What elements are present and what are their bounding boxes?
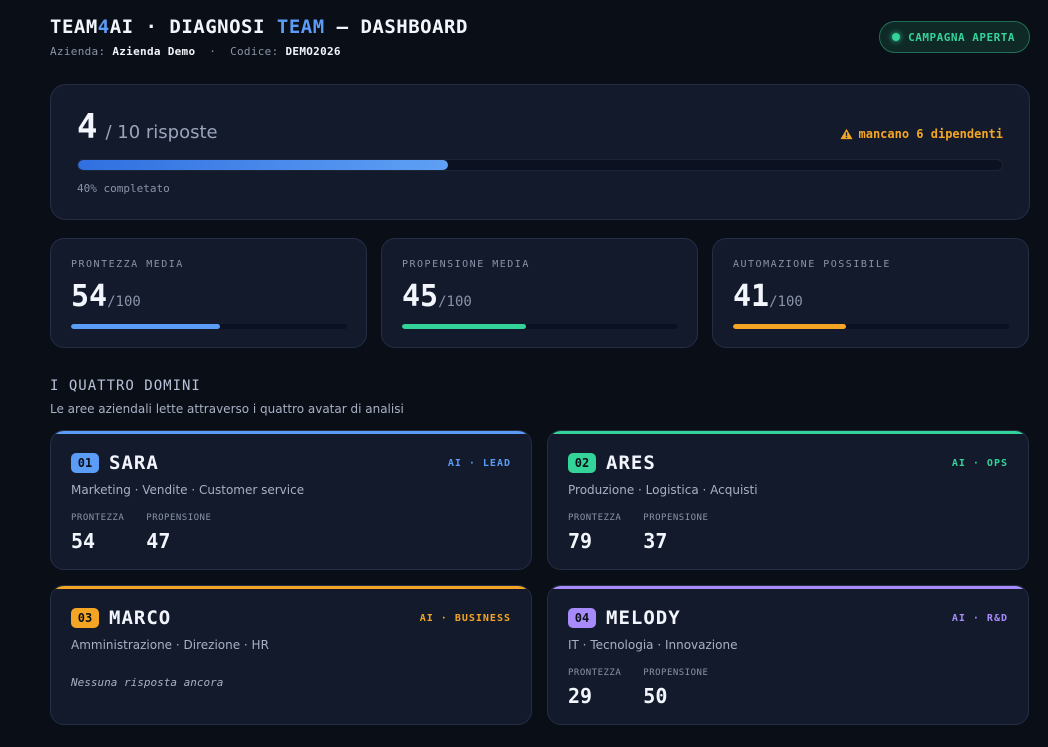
missing-warning: mancano 6 dipendenti	[839, 127, 1004, 141]
progress-bar-fill	[78, 160, 448, 170]
domain-name: ARES	[606, 452, 656, 474]
metric-bar-fill	[733, 324, 847, 329]
campaign-status-badge: CAMPAGNA APERTA	[879, 21, 1030, 53]
metric-label: PRONTEZZA MEDIA	[71, 259, 184, 270]
progress-percent-label: 40% completato	[77, 182, 170, 195]
stat-propensione: PROPENSIONE 37	[643, 513, 708, 553]
domain-stats: PRONTEZZA 54 PROPENSIONE 47	[71, 513, 211, 553]
domain-card-ares[interactable]: 02 ARES AI · OPS Produzione · Logistica …	[547, 430, 1029, 570]
title-4: 4	[97, 16, 110, 38]
domain-number-badge: 01	[71, 453, 99, 473]
warning-icon	[839, 128, 853, 140]
separator: ·	[209, 45, 217, 58]
metric-label: PROPENSIONE MEDIA	[402, 259, 530, 270]
title-team-accent: TEAM	[276, 16, 325, 38]
stat-propensione: PROPENSIONE 47	[146, 513, 211, 553]
status-badge-label: CAMPAGNA APERTA	[908, 30, 1015, 44]
domain-name: MARCO	[109, 607, 172, 629]
stat-prontezza: PRONTEZZA 79	[568, 513, 621, 553]
metric-value-suffix: /100	[769, 294, 803, 310]
metric-prontezza: PRONTEZZA MEDIA 54/100	[50, 238, 367, 348]
stat-label: PRONTEZZA	[568, 513, 622, 523]
domain-accent-line	[548, 586, 1028, 589]
metric-label: AUTOMAZIONE POSSIBILE	[733, 259, 891, 270]
codice-label: Codice:	[230, 45, 279, 58]
stat-value: 47	[146, 529, 171, 553]
metric-value-number: 45	[402, 279, 439, 314]
domain-card-melody[interactable]: 04 MELODY AI · R&D IT · Tecnologia · Inn…	[547, 585, 1029, 725]
response-progress-card: 4 / 10 risposte mancano 6 dipendenti 40%…	[50, 84, 1030, 220]
domain-tag: AI · BUSINESS	[419, 613, 511, 624]
domain-header: 03 MARCO	[71, 607, 171, 629]
no-responses-text: Nessuna risposta ancora	[71, 676, 224, 689]
stat-prontezza: PRONTEZZA 29	[568, 668, 621, 708]
azienda-label: Azienda:	[50, 45, 106, 58]
metric-bar	[71, 324, 347, 329]
stat-label: PROPENSIONE	[643, 513, 709, 523]
title-team: TEAM	[50, 16, 98, 38]
metric-bar-fill	[402, 324, 527, 329]
domain-tag: AI · R&D	[951, 613, 1008, 624]
domain-header: 02 ARES	[568, 452, 656, 474]
missing-warning-text: mancano 6 dipendenti	[858, 127, 1004, 141]
response-total-label: / 10 risposte	[105, 122, 218, 143]
domain-areas: Amministrazione · Direzione · HR	[71, 638, 269, 652]
page-header: TEAM4AI · DIAGNOSI TEAM — DASHBOARD Azie…	[50, 16, 1030, 64]
domain-card-marco[interactable]: 03 MARCO AI · BUSINESS Amministrazione ·…	[50, 585, 532, 725]
metric-bar-fill	[71, 324, 221, 329]
domain-stats: PRONTEZZA 79 PROPENSIONE 37	[568, 513, 708, 553]
stat-value: 29	[568, 684, 593, 708]
domain-accent-line	[51, 431, 531, 434]
title-dashboard: — DASHBOARD	[324, 16, 468, 38]
stat-label: PROPENSIONE	[146, 513, 212, 523]
metric-bar	[733, 324, 1009, 329]
progress-bar	[77, 159, 1003, 171]
title-ai-diagnosi: AI · DIAGNOSI	[109, 16, 277, 38]
domain-areas: Marketing · Vendite · Customer service	[71, 483, 305, 497]
azienda-value: Azienda Demo	[112, 45, 196, 58]
stat-label: PROPENSIONE	[643, 668, 709, 678]
metric-value: 54/100	[71, 279, 141, 314]
domain-number-badge: 04	[568, 608, 596, 628]
domain-number-badge: 02	[568, 453, 596, 473]
stat-label: PRONTEZZA	[71, 513, 125, 523]
section-subtitle: Le aree aziendali lette attraverso i qua…	[50, 402, 404, 416]
metric-bar	[402, 324, 678, 329]
metric-value-number: 54	[71, 279, 108, 314]
metric-value-suffix: /100	[107, 294, 141, 310]
stat-value: 37	[643, 529, 668, 553]
domain-stats: PRONTEZZA 29 PROPENSIONE 50	[568, 668, 708, 708]
domain-accent-line	[51, 586, 531, 589]
stat-propensione: PROPENSIONE 50	[643, 668, 708, 708]
domain-card-sara[interactable]: 01 SARA AI · LEAD Marketing · Vendite · …	[50, 430, 532, 570]
metric-value-suffix: /100	[438, 294, 472, 310]
section-title: I QUATTRO DOMINI	[50, 378, 201, 394]
codice-value: DEMO2026	[285, 45, 341, 58]
metric-value: 41/100	[733, 279, 803, 314]
metric-value: 45/100	[402, 279, 472, 314]
domain-accent-line	[548, 431, 1028, 434]
domain-name: MELODY	[606, 607, 681, 629]
domain-header: 04 MELODY	[568, 607, 681, 629]
stat-prontezza: PRONTEZZA 54	[71, 513, 124, 553]
response-count-value: 4	[77, 107, 98, 147]
metric-propensione: PROPENSIONE MEDIA 45/100	[381, 238, 698, 348]
domain-tag: AI · OPS	[951, 458, 1008, 469]
domain-areas: Produzione · Logistica · Acquisti	[568, 483, 758, 497]
domain-name: SARA	[109, 452, 159, 474]
metric-value-number: 41	[733, 279, 770, 314]
domain-number-badge: 03	[71, 608, 99, 628]
domain-tag: AI · LEAD	[447, 458, 511, 469]
domain-header: 01 SARA	[71, 452, 159, 474]
status-dot-icon	[892, 33, 901, 41]
response-count: 4 / 10 risposte	[77, 107, 218, 147]
stat-label: PRONTEZZA	[568, 668, 622, 678]
domain-areas: IT · Tecnologia · Innovazione	[568, 638, 738, 652]
metric-automazione: AUTOMAZIONE POSSIBILE 41/100	[712, 238, 1029, 348]
stat-value: 50	[643, 684, 668, 708]
stat-value: 79	[568, 529, 593, 553]
stat-value: 54	[71, 529, 96, 553]
